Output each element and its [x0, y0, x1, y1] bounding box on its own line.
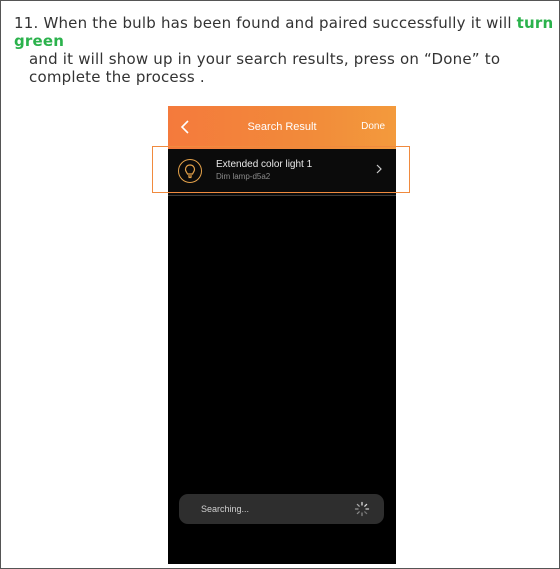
searching-status: Searching... [179, 494, 384, 524]
step-number: 11. [14, 14, 39, 32]
instruction-before: When the bulb has been found and paired … [43, 14, 512, 32]
row-divider [168, 195, 396, 196]
done-button[interactable]: Done [361, 121, 385, 132]
instruction-after: and it will show up in your search resul… [29, 50, 501, 86]
spinner-icon [354, 501, 370, 517]
title-bar: Search Result Done [168, 106, 396, 149]
callout-highlight [152, 146, 410, 193]
instruction-text: 11. When the bulb has been found and pai… [14, 14, 554, 86]
status-text: Searching... [201, 504, 250, 514]
